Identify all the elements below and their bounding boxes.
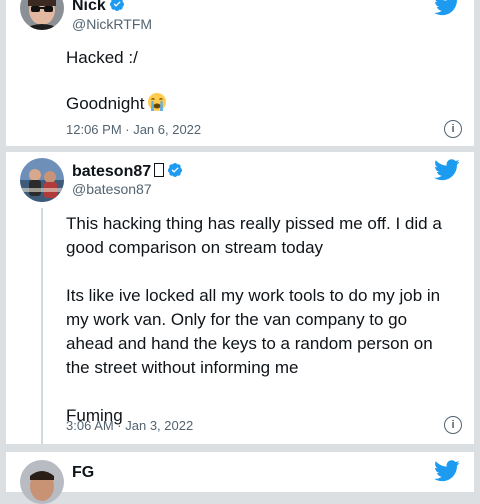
- handle[interactable]: @NickRTFM: [72, 16, 152, 32]
- thread-connector: [41, 208, 43, 444]
- unsupported-glyph: [154, 163, 165, 177]
- display-name[interactable]: bateson87: [72, 162, 183, 181]
- info-icon[interactable]: i: [444, 120, 462, 138]
- tweet-paragraph: Hacked :/: [66, 48, 138, 67]
- tweet-paragraph: This hacking thing has really pissed me …: [66, 214, 442, 257]
- avatar-nick[interactable]: [20, 0, 64, 30]
- verified-badge-icon: [109, 0, 124, 12]
- avatar-fg[interactable]: [20, 460, 64, 504]
- verified-badge-icon: [168, 163, 183, 178]
- tweet-timestamp[interactable]: 3:06 AM · Jan 3, 2022: [66, 418, 193, 433]
- avatar-bateson87[interactable]: [20, 158, 64, 202]
- tweet-paragraph: Its like ive locked all my work tools to…: [66, 286, 441, 377]
- info-icon[interactable]: i: [444, 416, 462, 434]
- tweet-text: Hacked :/ Goodnight: [66, 46, 458, 116]
- tweet-timestamp[interactable]: 12:06 PM · Jan 6, 2022: [66, 122, 201, 137]
- tweet-text: This hacking thing has really pissed me …: [66, 212, 458, 428]
- display-name[interactable]: FG: [72, 464, 94, 482]
- tweet-paragraph: Goodnight: [66, 94, 145, 113]
- twitter-bird-icon[interactable]: [434, 159, 460, 181]
- tweet-paragraph-row: Goodnight: [66, 92, 458, 116]
- handle[interactable]: @bateson87: [72, 181, 152, 197]
- tweet-card-bateson87[interactable]: bateson87 @bateson87 This hacking thing …: [6, 152, 474, 444]
- tweet-card-nick[interactable]: Nick @NickRTFM Hacked :/ Goodnight 12:06…: [6, 0, 474, 146]
- loudly-crying-face-emoji: [148, 93, 167, 111]
- display-name[interactable]: Nick: [72, 0, 125, 15]
- twitter-bird-icon[interactable]: [434, 460, 460, 482]
- twitter-bird-icon[interactable]: [434, 0, 460, 16]
- tweet-card-fg[interactable]: FG: [6, 452, 474, 504]
